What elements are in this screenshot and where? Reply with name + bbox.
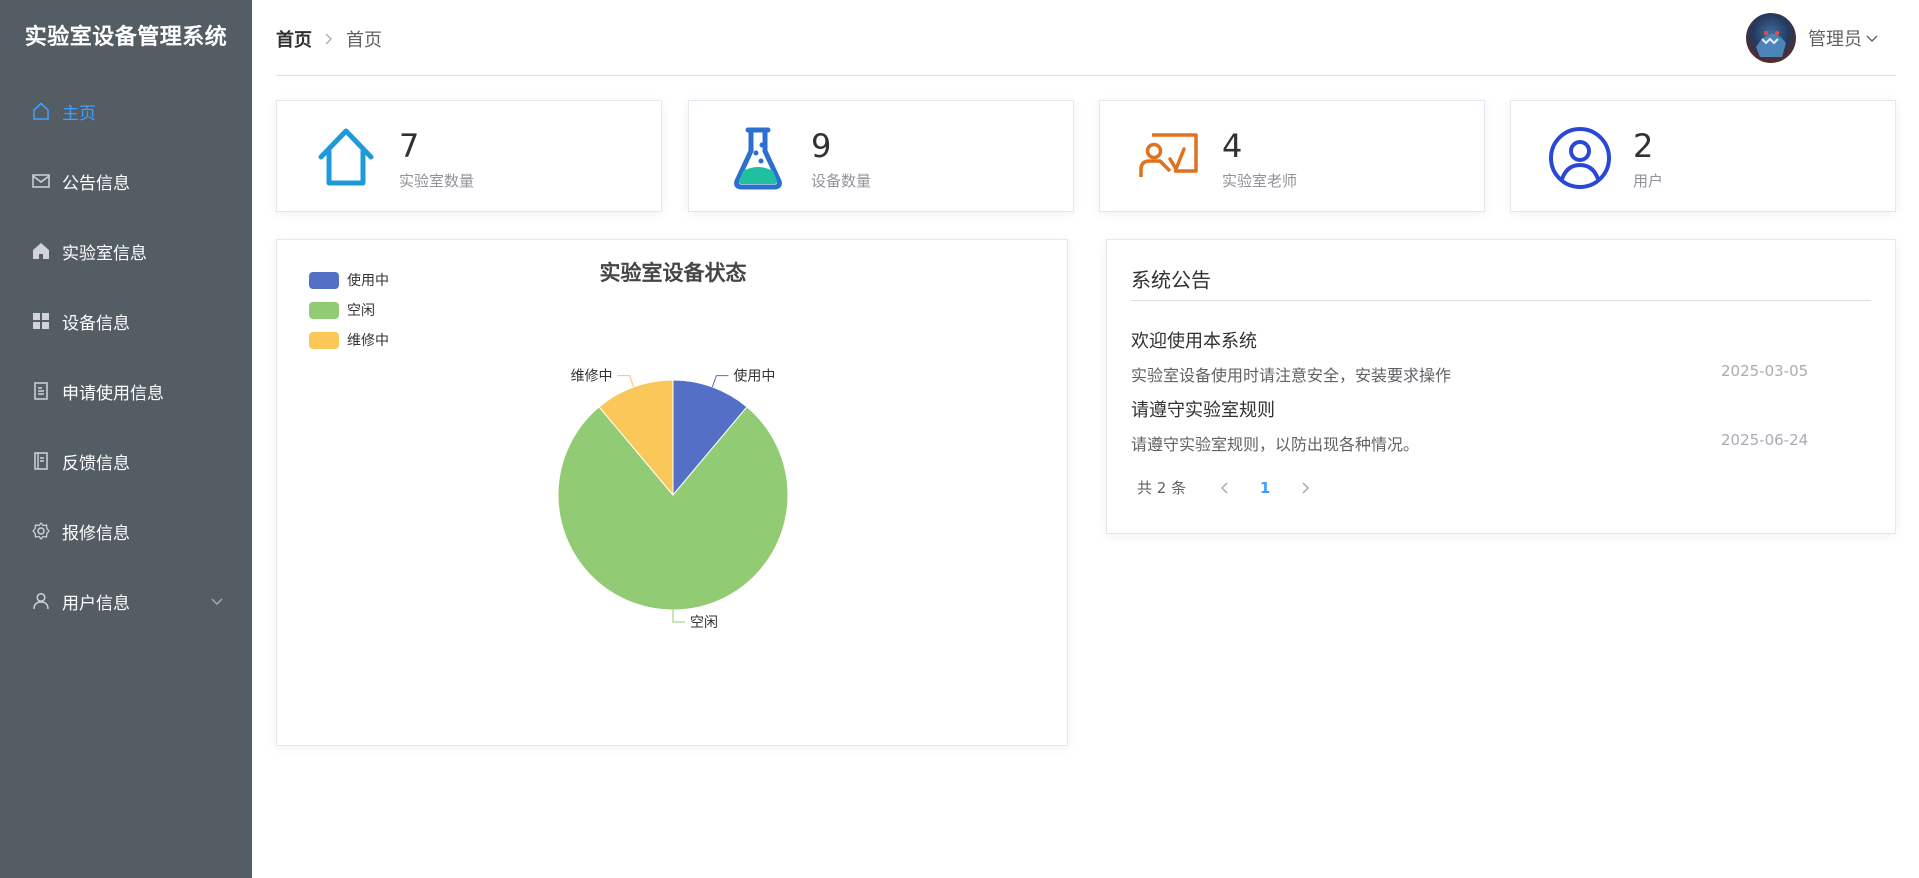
stat-label: 实验室数量 <box>399 172 475 190</box>
user-name: 管理员 <box>1808 29 1862 50</box>
stat-label: 设备数量 <box>811 172 872 190</box>
document-icon <box>30 380 52 402</box>
chevron-right-icon <box>324 32 334 46</box>
sidebar-item-home[interactable]: 主页 <box>0 76 252 146</box>
notice-title: 系统公告 <box>1131 268 1211 292</box>
stat-value: 4 <box>1222 127 1243 165</box>
stat-card-labs: 7 实验室数量 <box>276 100 662 212</box>
sidebar-item-feedback[interactable]: 反馈信息 <box>0 426 252 496</box>
pie-label: 使用中 <box>733 368 775 385</box>
user-icon <box>30 590 52 612</box>
sidebar-item-notice[interactable]: 公告信息 <box>0 146 252 216</box>
teacher-icon <box>1136 125 1202 191</box>
avatar[interactable] <box>1746 13 1796 63</box>
sidebar-item-equipment[interactable]: 设备信息 <box>0 286 252 356</box>
pie-label-line <box>711 375 729 388</box>
notice-divider <box>1131 300 1871 301</box>
chart-card: 实验室设备状态 使用中 空闲 维修中 使用中 空闲 维修中 <box>276 239 1068 746</box>
pie-label-line <box>672 610 685 623</box>
notice-item-date: 2025-06-24 <box>1721 431 1809 449</box>
stat-card-users: 2 用户 <box>1510 100 1896 212</box>
chevron-left-icon <box>1221 481 1228 494</box>
sidebar-item-label: 用户信息 <box>62 593 130 614</box>
user-name-dropdown[interactable]: 管理员 <box>1808 25 1880 51</box>
notice-card: 系统公告 欢迎使用本系统 实验室设备使用时请注意安全，安装要求操作 2025-0… <box>1106 239 1896 534</box>
breadcrumb: 首页 首页 <box>276 26 382 52</box>
sidebar-item-label: 设备信息 <box>62 313 130 334</box>
gear-icon <box>30 520 52 542</box>
sidebar-item-label: 公告信息 <box>62 173 130 194</box>
stat-value: 7 <box>399 127 420 165</box>
sidebar-item-label: 实验室信息 <box>62 243 147 264</box>
sidebar-item-users[interactable]: 用户信息 <box>0 566 252 636</box>
sidebar-item-lab[interactable]: 实验室信息 <box>0 216 252 286</box>
stat-label: 用户 <box>1633 172 1664 190</box>
pagination: 共 2 条 1 <box>1137 477 1320 498</box>
prev-page-button[interactable] <box>1210 481 1240 495</box>
chevron-down-icon <box>1866 35 1878 42</box>
legend-swatch[interactable] <box>309 272 339 289</box>
chart-title: 实验室设备状态 <box>600 261 747 285</box>
legend-label[interactable]: 维修中 <box>347 333 389 349</box>
notice-item-content: 请遵守实验室规则，以防出现各种情况。 <box>1131 435 1420 454</box>
stat-label: 实验室老师 <box>1222 172 1298 190</box>
sidebar-item-label: 申请使用信息 <box>62 383 164 404</box>
stat-value: 2 <box>1633 127 1654 165</box>
top-header: 首页 首页 管理员 <box>276 0 1896 76</box>
notice-item-title[interactable]: 请遵守实验室规则 <box>1131 396 1275 422</box>
pie-label: 空闲 <box>690 615 718 631</box>
sidebar: 实验室设备管理系统 主页 公告信息 实验室信息 设备信息 申请使用信息 反馈信息… <box>0 0 252 878</box>
sidebar-item-label: 报修信息 <box>62 523 130 544</box>
legend-swatch[interactable] <box>309 302 339 319</box>
user-menu[interactable]: 管理员 <box>1746 13 1880 63</box>
chart-legend: 使用中空闲维修中 <box>309 272 389 349</box>
app-root: 实验室设备管理系统 主页 公告信息 实验室信息 设备信息 申请使用信息 反馈信息… <box>0 0 1919 878</box>
pie-label-line <box>617 375 635 388</box>
flask-icon <box>725 125 791 191</box>
stat-value: 9 <box>811 127 832 165</box>
legend-label[interactable]: 使用中 <box>347 272 389 289</box>
grid-icon <box>30 310 52 332</box>
pie-label: 维修中 <box>571 369 613 385</box>
sidebar-menu: 主页 公告信息 实验室信息 设备信息 申请使用信息 反馈信息 报修信息 用户信息 <box>0 76 252 636</box>
chevron-right-icon <box>1302 481 1310 494</box>
breadcrumb-item-current: 首页 <box>346 30 382 51</box>
pie-slices <box>557 379 789 611</box>
notebook-icon <box>30 450 52 472</box>
stat-card-teachers: 4 实验室老师 <box>1099 100 1485 212</box>
page-number-button[interactable]: 1 <box>1240 479 1290 497</box>
pagination-total: 共 2 条 <box>1137 479 1187 497</box>
legend-swatch[interactable] <box>309 332 339 349</box>
sidebar-item-application[interactable]: 申请使用信息 <box>0 356 252 426</box>
notice-item-title[interactable]: 欢迎使用本系统 <box>1131 327 1257 353</box>
sidebar-item-label: 主页 <box>62 103 96 124</box>
breadcrumb-item-home[interactable]: 首页 <box>276 26 312 52</box>
legend-label[interactable]: 空闲 <box>347 303 375 319</box>
notice-item-content: 实验室设备使用时请注意安全，安装要求操作 <box>1131 366 1452 385</box>
house-filled-icon <box>30 240 52 262</box>
sidebar-item-repair[interactable]: 报修信息 <box>0 496 252 566</box>
chevron-down-icon[interactable] <box>208 592 226 610</box>
notice-item-date: 2025-03-05 <box>1721 362 1809 380</box>
stat-card-equipment: 9 设备数量 <box>688 100 1074 212</box>
house-outline-icon <box>313 125 379 191</box>
sidebar-item-label: 反馈信息 <box>62 453 130 474</box>
home-icon <box>30 100 52 122</box>
equipment-status-chart: 实验室设备状态 使用中空闲维修中 使用中空闲维修中 <box>309 261 789 631</box>
mail-icon <box>30 170 52 192</box>
next-page-button[interactable] <box>1290 481 1320 495</box>
user-circle-icon <box>1547 125 1613 191</box>
app-title: 实验室设备管理系统 <box>24 25 228 50</box>
